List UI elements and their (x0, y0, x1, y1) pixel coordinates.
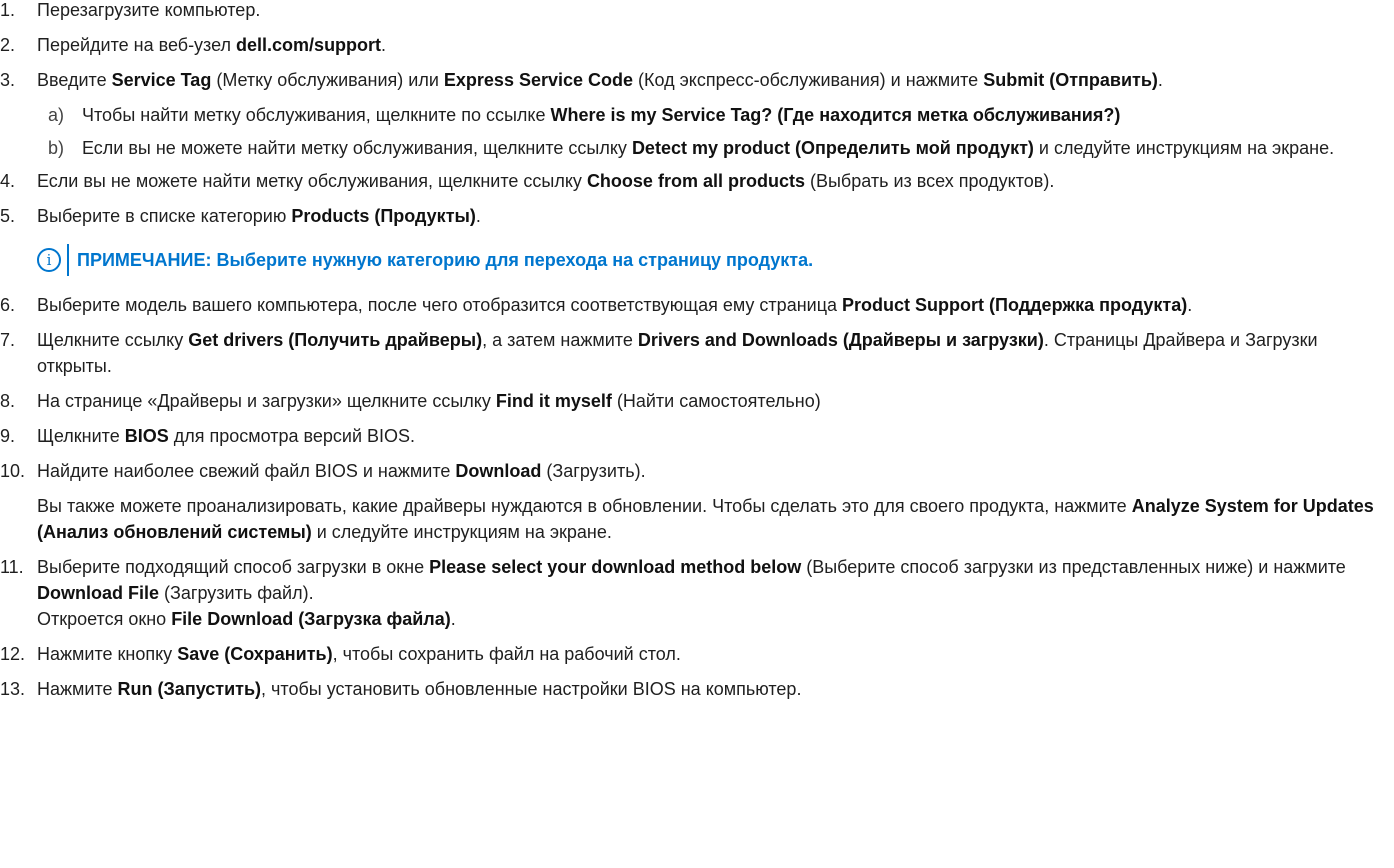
step-number: 1. (0, 0, 16, 20)
step-number: 12. (0, 644, 26, 664)
where-service-tag-link[interactable]: Where is my Service Tag? (Где находится … (550, 105, 1120, 125)
step-text: Щелкните ссылку (37, 330, 189, 350)
step-number: 10. (0, 461, 26, 481)
substep-letter: b) (48, 138, 65, 158)
express-service-code-term: Express Service Code (443, 70, 634, 90)
step-number: 9. (0, 426, 16, 446)
dell-support-link[interactable]: dell.com/support (236, 35, 381, 55)
step-10-paragraph: Вы также можете проанализировать, какие … (0, 493, 1394, 545)
download-term: Download (455, 461, 542, 481)
note-box: i ПРИМЕЧАНИЕ: Выберите нужную категорию … (0, 238, 1394, 282)
step-text: Откроется окно (37, 609, 172, 629)
step-text: Перезагрузите компьютер. (37, 0, 261, 20)
instructions-document: 1. Перезагрузите компьютер. 2. Перейдите… (0, 0, 1394, 711)
step-text: (Загрузить). (541, 461, 646, 481)
step-number: 3. (0, 70, 16, 90)
step-number: 4. (0, 171, 16, 191)
step-text: для просмотра версий BIOS. (168, 426, 416, 446)
step-number: 2. (0, 35, 16, 55)
step-number: 13. (0, 679, 26, 699)
step-text: . (1157, 70, 1163, 90)
step-number: 5. (0, 206, 16, 226)
step-text: Выберите подходящий способ загрузки в ок… (37, 557, 430, 577)
step-text: . (381, 35, 387, 55)
product-support-term: Product Support (Поддержка продукта) (842, 295, 1188, 315)
step-8: 8. На странице «Драйверы и загрузки» щел… (0, 388, 1394, 414)
step-12: 12. Нажмите кнопку Save (Сохранить), что… (0, 641, 1394, 667)
step-text: Если вы не можете найти метку обслуживан… (37, 171, 587, 191)
step-text: , чтобы сохранить файл на рабочий стол. (332, 644, 681, 664)
step-text: (Выберите способ загрузки из представлен… (801, 557, 1346, 577)
step-text: . (450, 609, 456, 629)
download-file-term: Download File (37, 583, 160, 603)
download-method-term: Please select your download method below (429, 557, 802, 577)
paragraph-text: и следуйте инструкциям на экране. (311, 522, 612, 542)
step-1: 1. Перезагрузите компьютер. (0, 0, 1394, 23)
step-text: Выберите в списке категорию (37, 206, 292, 226)
substep-3a: a) Чтобы найти метку обслуживания, щелкн… (0, 102, 1394, 128)
choose-all-products-link[interactable]: Choose from all products (587, 171, 805, 191)
service-tag-term: Service Tag (111, 70, 212, 90)
step-9: 9. Щелкните BIOS для просмотра версий BI… (0, 423, 1394, 449)
paragraph-text: Вы также можете проанализировать, какие … (37, 496, 1132, 516)
step-text: (Найти самостоятельно) (611, 391, 821, 411)
step-text: Выберите модель вашего компьютера, после… (37, 295, 843, 315)
step-text: Перейдите на веб-узел (37, 35, 237, 55)
step-number: 7. (0, 330, 16, 350)
step-text: . (1187, 295, 1193, 315)
step-11: 11. Выберите подходящий способ загрузки … (0, 554, 1394, 632)
drivers-downloads-link[interactable]: Drivers and Downloads (Драйверы и загруз… (638, 330, 1044, 350)
step-13: 13. Нажмите Run (Запустить), чтобы устан… (0, 676, 1394, 702)
products-category-term: Products (Продукты) (291, 206, 476, 226)
step-4: 4. Если вы не можете найти метку обслужи… (0, 168, 1394, 194)
run-term: Run (Запустить) (117, 679, 262, 699)
step-number: 8. (0, 391, 16, 411)
step-text: (Выбрать из всех продуктов). (804, 171, 1055, 191)
step-3: 3. Введите Service Tag (Метку обслуживан… (0, 67, 1394, 93)
step-text: Введите (37, 70, 112, 90)
note-divider (67, 244, 69, 276)
substep-letter: a) (48, 105, 65, 125)
step-text: Нажмите кнопку (37, 644, 178, 664)
step-2: 2. Перейдите на веб-узел dell.com/suppor… (0, 32, 1394, 58)
step-number: 11. (0, 557, 24, 577)
detect-product-link[interactable]: Detect my product (Определить мой продук… (632, 138, 1034, 158)
file-download-term: File Download (Загрузка файла) (171, 609, 451, 629)
substep-text: и следуйте инструкциям на экране. (1033, 138, 1335, 158)
step-text: Щелкните (37, 426, 125, 446)
note-body: Выберите нужную категорию для перехода н… (211, 250, 814, 270)
substep-text: Чтобы найти метку обслуживания, щелкните… (82, 105, 551, 125)
step-text: (Метку обслуживания) или (211, 70, 444, 90)
step-text: (Загрузить файл). (159, 583, 314, 603)
step-text: Нажмите (37, 679, 118, 699)
step-text: . (475, 206, 481, 226)
step-text: Найдите наиболее свежий файл BIOS и нажм… (37, 461, 456, 481)
note-label: ПРИМЕЧАНИЕ: (77, 250, 212, 270)
step-6: 6. Выберите модель вашего компьютера, по… (0, 292, 1394, 318)
get-drivers-link[interactable]: Get drivers (Получить драйверы) (188, 330, 482, 350)
step-number: 6. (0, 295, 16, 315)
step-text: На странице «Драйверы и загрузки» щелкни… (37, 391, 496, 411)
step-10: 10. Найдите наиболее свежий файл BIOS и … (0, 458, 1394, 484)
info-icon: i (37, 248, 61, 272)
bios-link[interactable]: BIOS (125, 426, 169, 446)
step-text: (Код экспресс-обслуживания) и нажмите (633, 70, 984, 90)
step-5: 5. Выберите в списке категорию Products … (0, 203, 1394, 229)
submit-term: Submit (Отправить) (983, 70, 1158, 90)
substep-text: Если вы не можете найти метку обслуживан… (82, 138, 632, 158)
substep-3b: b) Если вы не можете найти метку обслужи… (0, 135, 1394, 161)
step-text: , чтобы установить обновленные настройки… (261, 679, 802, 699)
step-text: , а затем нажмите (482, 330, 638, 350)
note-text: ПРИМЕЧАНИЕ: Выберите нужную категорию дл… (77, 247, 813, 273)
step-7: 7. Щелкните ссылку Get drivers (Получить… (0, 327, 1394, 379)
save-term: Save (Сохранить) (177, 644, 333, 664)
find-it-myself-link[interactable]: Find it myself (496, 391, 612, 411)
